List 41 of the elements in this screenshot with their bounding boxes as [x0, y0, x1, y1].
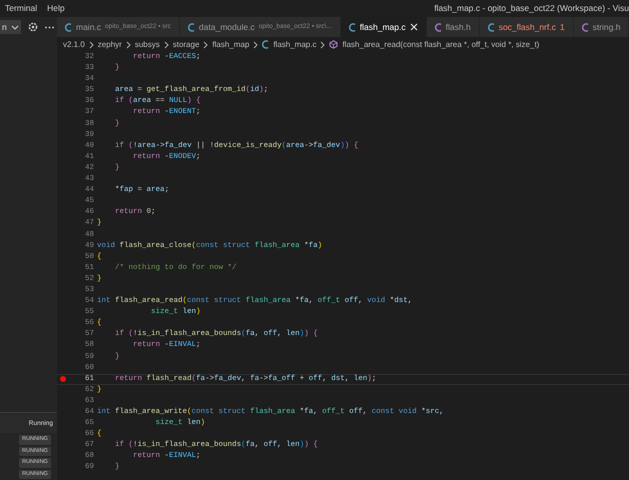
- tab-label: string.h: [592, 20, 620, 34]
- chevron-right-icon: [88, 40, 94, 48]
- chevron-down-icon: [10, 24, 19, 30]
- tab-label: flash_map.c: [360, 20, 406, 34]
- close-icon[interactable]: [410, 23, 418, 31]
- breakpoint-dot[interactable]: [60, 376, 66, 382]
- editor-tab[interactable]: string.h: [574, 17, 629, 37]
- chevron-right-icon: [203, 40, 208, 48]
- problem-count: 1: [560, 20, 565, 34]
- settings-icon[interactable]: [28, 22, 38, 32]
- chevron-right-icon: [164, 40, 169, 48]
- chevron-right-icon: [253, 40, 258, 48]
- breadcrumb-item[interactable]: subsys: [134, 38, 160, 50]
- menu-item[interactable]: Terminal: [0, 0, 42, 17]
- editor-tab[interactable]: soc_flash_nrf.c 1: [480, 17, 574, 37]
- chevron-right-icon: [320, 40, 326, 48]
- c-file-icon: [188, 22, 195, 32]
- window-title: flash_map.c - opito_base_oct22 (Workspace) - Visu: [434, 2, 629, 15]
- chevron-right-icon: [126, 40, 131, 48]
- editor-tab[interactable]: flash_map.c: [340, 17, 427, 37]
- c-file-icon: [434, 22, 442, 32]
- dropdown[interactable]: n: [0, 20, 21, 34]
- menu-item[interactable]: Help: [42, 0, 70, 17]
- c-file-icon: [348, 22, 356, 32]
- tab-label: flash.h: [446, 20, 471, 34]
- c-file-icon: [488, 22, 495, 32]
- breadcrumb-item[interactable]: flash_map.c: [262, 38, 316, 50]
- editor-tab[interactable]: flash.h: [426, 17, 480, 37]
- breadcrumb-item[interactable]: flash_area_read(const flash_area *, off_t, void *, size_t): [329, 38, 540, 50]
- tab-label: data_module.c: [198, 20, 255, 34]
- c-file-icon: [582, 22, 589, 32]
- c-file-icon: [262, 40, 270, 49]
- breadcrumb-item[interactable]: storage: [172, 38, 200, 50]
- breadcrumb-item[interactable]: flash_map: [212, 38, 250, 50]
- breadcrumb-item[interactable]: v2.1.0: [63, 38, 85, 50]
- tab-label: soc_flash_nrf.c: [498, 20, 556, 34]
- c-file-icon: [65, 22, 72, 32]
- more-icon[interactable]: [44, 26, 54, 28]
- tab-label: main.c: [76, 20, 102, 34]
- cube-icon: [329, 40, 338, 49]
- breadcrumb-item[interactable]: zephyr: [98, 38, 122, 50]
